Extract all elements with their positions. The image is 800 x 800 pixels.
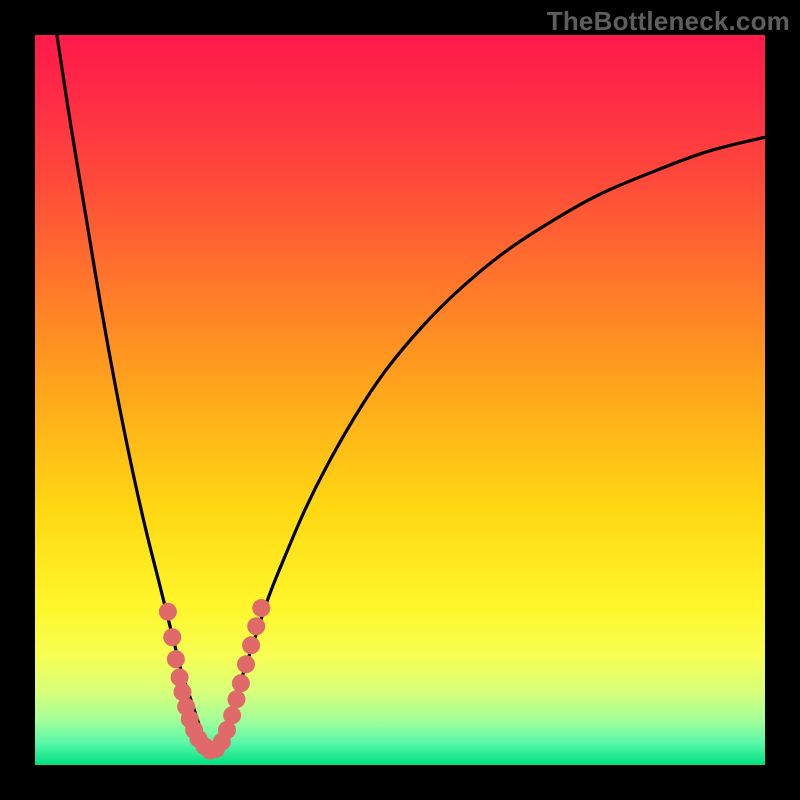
- chart-svg: [35, 35, 765, 765]
- chart-plot-area: [35, 35, 765, 765]
- chart-frame: TheBottleneck.com: [0, 0, 800, 800]
- chart-background-gradient: [35, 35, 765, 765]
- curve-marker: [227, 690, 245, 708]
- watermark-text: TheBottleneck.com: [547, 6, 790, 37]
- curve-marker: [167, 650, 185, 668]
- curve-marker: [242, 636, 260, 654]
- curve-marker: [252, 599, 270, 617]
- curve-marker: [232, 674, 250, 692]
- curve-marker: [247, 617, 265, 635]
- curve-marker: [159, 603, 177, 621]
- curve-marker: [223, 706, 241, 724]
- curve-marker: [237, 655, 255, 673]
- curve-marker: [163, 628, 181, 646]
